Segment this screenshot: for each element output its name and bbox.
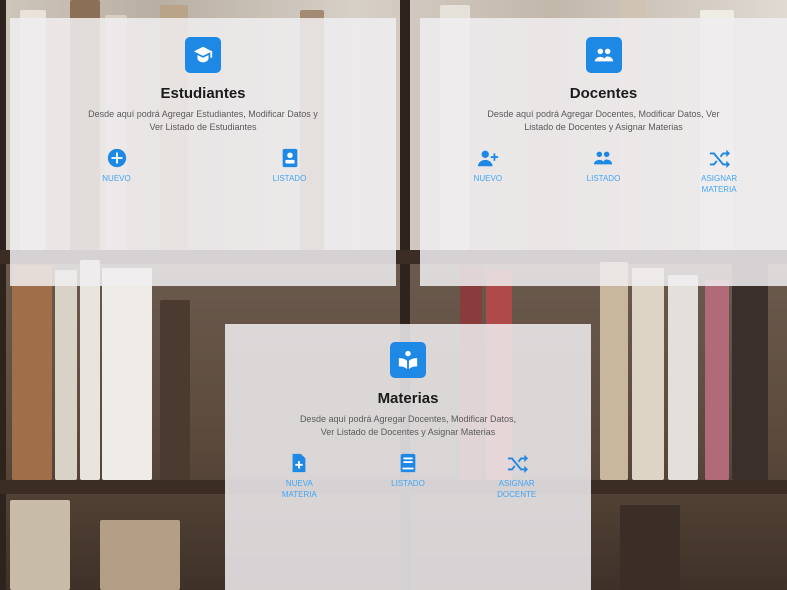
- shuffle-icon: [709, 149, 731, 169]
- materias-nueva-materia-button[interactable]: NUEVA MATERIA: [259, 452, 339, 500]
- shuffle-icon: [507, 454, 528, 474]
- estudiantes-nuevo-button[interactable]: NUEVO: [77, 147, 157, 184]
- user-plus-icon: [477, 150, 498, 167]
- book-reader-icon: [390, 342, 426, 378]
- users-icon: [594, 151, 613, 165]
- card-title: Materias: [377, 390, 439, 407]
- card-title: Docentes: [569, 85, 638, 102]
- plus-circle-icon: [107, 148, 126, 168]
- docentes-listado-button[interactable]: LISTADO: [563, 147, 643, 195]
- book-icon: [400, 453, 416, 473]
- card-estudiantes: Estudiantes Desde aquí podrá Agregar Est…: [10, 18, 396, 286]
- student-graduate-icon: [185, 37, 221, 73]
- card-description: Desde aquí podrá Agregar Docentes, Modif…: [487, 109, 720, 132]
- card-docentes: Docentes Desde aquí podrá Agregar Docent…: [420, 18, 787, 286]
- materias-listado-button[interactable]: LISTADO: [368, 452, 448, 500]
- docentes-nuevo-button[interactable]: NUEVO: [448, 147, 528, 195]
- card-description: Desde aquí podrá Agregar Docentes, Modif…: [299, 414, 517, 437]
- card-materias: Materias Desde aquí podrá Agregar Docent…: [225, 324, 591, 590]
- docentes-asignar-materia-button[interactable]: ASIGNAR MATERIA: [679, 147, 759, 195]
- materias-asignar-docente-button[interactable]: ASIGNAR DOCENTE: [477, 452, 557, 500]
- users-icon: [585, 37, 622, 73]
- file-plus-icon: [292, 453, 306, 473]
- estudiantes-listado-button[interactable]: LISTADO: [250, 147, 330, 184]
- card-title: Estudiantes: [160, 85, 246, 102]
- card-description: Desde aquí podrá Agregar Estudiantes, Mo…: [88, 109, 318, 132]
- address-card-icon: [282, 148, 297, 168]
